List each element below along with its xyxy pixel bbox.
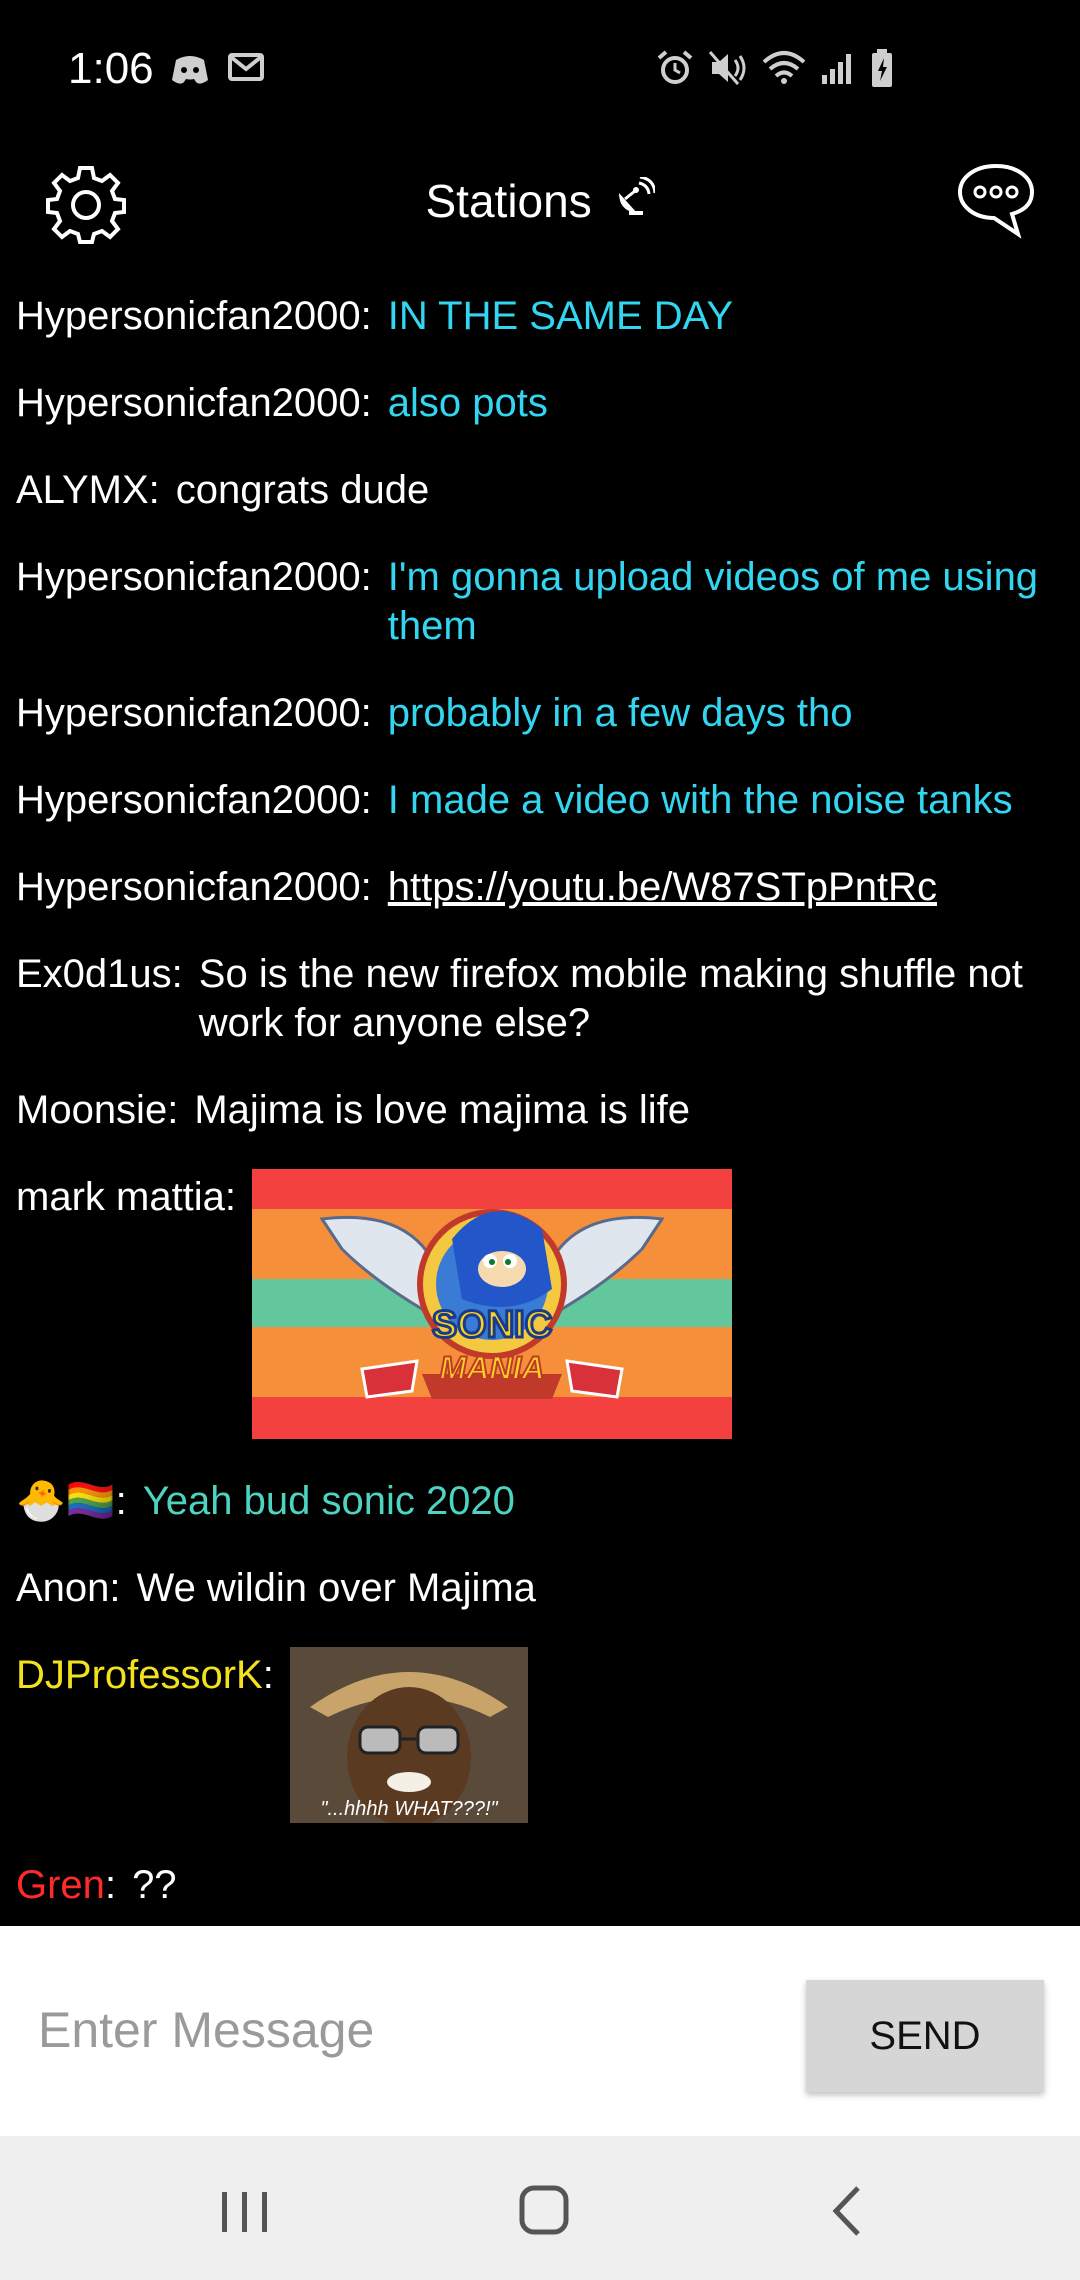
message-row: 🐣🏳️‍🌈 : Yeah bud sonic 2020	[0, 1477, 1080, 1526]
alarm-icon	[656, 49, 694, 87]
status-left-icons	[170, 52, 264, 88]
sonic-logo-text: SONIC	[432, 1304, 552, 1346]
message-username[interactable]: Hypersonicfan2000:	[16, 863, 372, 912]
message-username[interactable]: Hypersonicfan2000:	[16, 292, 372, 341]
message-separator: :	[262, 1653, 274, 1697]
chat-button[interactable]	[956, 160, 1036, 240]
chat-bubble-icon	[957, 163, 1035, 239]
message-row: Moonsie: Majima is love majima is life	[0, 1086, 1080, 1135]
recents-icon	[222, 2192, 267, 2232]
message-username[interactable]: Hypersonicfan2000:	[16, 379, 372, 428]
home-icon	[519, 2185, 569, 2235]
signal-icon	[820, 51, 856, 85]
status-bar: 1:06	[0, 0, 1080, 140]
header-title: Stations	[0, 170, 1080, 228]
message-username[interactable]: DJProfessorK	[16, 1651, 263, 1700]
message-username[interactable]: 🐣🏳️‍🌈	[16, 1477, 116, 1526]
gmail-icon	[228, 52, 264, 88]
message-row: Hypersonicfan2000: also pots	[0, 379, 1080, 428]
message-row: Anon: We wildin over Majima	[0, 1564, 1080, 1613]
message-text: IN THE SAME DAY	[387, 294, 734, 338]
reaction-gif-image: "...hhhh WHAT???!"	[289, 1647, 528, 1823]
message-username[interactable]: Anon:	[16, 1564, 121, 1613]
message-row: Hypersonicfan2000: I'm gonna upload vide…	[0, 553, 1080, 651]
app-header: Stations	[0, 150, 1080, 250]
message-text: also pots	[387, 381, 548, 425]
message-text: congrats dude	[175, 468, 430, 512]
mania-logo-text: MANIA	[440, 1350, 545, 1386]
message-row: DJProfessorK : "...hhhh WHAT???!"	[0, 1647, 1080, 1823]
message-input[interactable]	[36, 1984, 760, 2076]
gif-caption: "...hhhh WHAT???!"	[320, 1798, 498, 1820]
message-text: I'm gonna upload videos of me using them	[387, 555, 1039, 648]
message-separator: :	[104, 1863, 117, 1907]
message-username[interactable]: Hypersonicfan2000:	[16, 553, 372, 602]
message-row: mark mattia: SONIC MANIA	[0, 1169, 1080, 1439]
back-icon	[832, 2186, 860, 2236]
recents-button[interactable]	[204, 2176, 284, 2246]
message-text: ??	[132, 1863, 177, 1907]
message-text: Yeah bud sonic 2020	[142, 1479, 515, 1523]
message-row: ALYMX: congrats dude	[0, 466, 1080, 515]
message-row: Hypersonicfan2000: https://youtu.be/W87S…	[0, 863, 1080, 912]
back-button[interactable]	[808, 2176, 888, 2246]
message-username[interactable]: Ex0d1us:	[16, 950, 183, 999]
message-row: Hypersonicfan2000: probably in a few day…	[0, 689, 1080, 738]
message-username[interactable]: ALYMX:	[16, 466, 160, 515]
home-button[interactable]	[504, 2176, 584, 2246]
message-username[interactable]: Gren	[16, 1861, 105, 1910]
message-text: We wildin over Majima	[136, 1566, 536, 1610]
message-row: Ex0d1us: So is the new firefox mobile ma…	[0, 950, 1080, 1048]
sonic-mania-image[interactable]: SONIC MANIA	[252, 1169, 733, 1439]
status-time: 1:06	[68, 44, 154, 93]
satellite-dish-icon[interactable]	[615, 174, 656, 228]
message-username[interactable]: Moonsie:	[16, 1086, 178, 1135]
sonic-mania-logo: SONIC MANIA	[319, 1209, 665, 1399]
status-right-icons	[656, 48, 894, 88]
message-row: Hypersonicfan2000: IN THE SAME DAY	[0, 292, 1080, 341]
message-list[interactable]: Hypersonicfan2000: IN THE SAME DAY Hyper…	[0, 292, 1080, 1948]
message-separator: :	[115, 1479, 127, 1523]
message-composer: SEND	[0, 1926, 1080, 2136]
message-username[interactable]: mark mattia:	[16, 1173, 236, 1222]
discord-icon	[170, 52, 210, 88]
message-username[interactable]: Hypersonicfan2000:	[16, 776, 372, 825]
send-button[interactable]: SEND	[806, 1980, 1044, 2092]
system-nav-bar	[0, 2136, 1080, 2280]
message-text: I made a video with the noise tanks	[387, 778, 1013, 822]
message-username[interactable]: Hypersonicfan2000:	[16, 689, 372, 738]
message-row: Hypersonicfan2000: I made a video with t…	[0, 776, 1080, 825]
mute-icon	[708, 50, 748, 86]
message-row: Gren : ??	[0, 1861, 1080, 1910]
message-text: Majima is love majima is life	[194, 1088, 690, 1132]
message-text: So is the new firefox mobile making shuf…	[198, 952, 1023, 1045]
page-title: Stations	[425, 174, 592, 227]
message-text: probably in a few days tho	[387, 691, 853, 735]
wifi-icon	[762, 50, 806, 86]
battery-icon	[870, 48, 894, 88]
message-link[interactable]: https://youtu.be/W87STpPntRc	[388, 863, 1080, 912]
what-reaction-gif[interactable]: "...hhhh WHAT???!"	[289, 1647, 528, 1823]
